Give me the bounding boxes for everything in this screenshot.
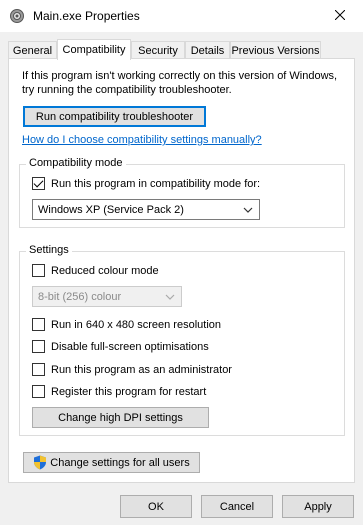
tab-compatibility[interactable]: Compatibility bbox=[57, 39, 131, 60]
os-version-select[interactable]: Windows XP (Service Pack 2) bbox=[32, 199, 260, 220]
ok-button[interactable]: OK bbox=[120, 495, 192, 518]
chevron-down-icon bbox=[243, 205, 253, 217]
res-640-label: Run in 640 x 480 screen resolution bbox=[51, 318, 221, 331]
change-all-users-button[interactable]: Change settings for all users bbox=[23, 452, 200, 473]
register-restart-row[interactable]: Register this program for restart bbox=[32, 385, 206, 398]
chevron-down-icon bbox=[165, 292, 175, 304]
change-dpi-button[interactable]: Change high DPI settings bbox=[32, 407, 209, 428]
disable-fullscreen-checkbox[interactable] bbox=[32, 340, 45, 353]
compat-mode-checkbox[interactable] bbox=[32, 177, 45, 190]
settings-group: Settings Reduced colour mode 8-bit (256)… bbox=[19, 244, 345, 436]
disable-fullscreen-label: Disable full-screen optimisations bbox=[51, 340, 209, 353]
help-link[interactable]: How do I choose compatibility settings m… bbox=[22, 134, 262, 146]
uac-shield-icon bbox=[33, 455, 47, 470]
cancel-button[interactable]: Cancel bbox=[201, 495, 273, 518]
gear-icon bbox=[9, 8, 25, 24]
run-admin-checkbox[interactable] bbox=[32, 363, 45, 376]
compat-mode-checkbox-label: Run this program in compatibility mode f… bbox=[51, 177, 261, 190]
compatibility-panel: If this program isn't working correctly … bbox=[8, 58, 355, 483]
reduced-colour-label: Reduced colour mode bbox=[51, 264, 159, 277]
reduced-colour-row[interactable]: Reduced colour mode bbox=[32, 264, 159, 277]
compatibility-mode-label: Compatibility mode bbox=[26, 157, 126, 169]
compat-mode-checkbox-row[interactable]: Run this program in compatibility mode f… bbox=[32, 177, 260, 190]
run-admin-label: Run this program as an administrator bbox=[51, 363, 232, 376]
res-640-row[interactable]: Run in 640 x 480 screen resolution bbox=[32, 318, 221, 331]
window-title: Main.exe Properties bbox=[33, 9, 140, 23]
close-icon bbox=[334, 9, 346, 23]
tab-strip: General Compatibility Security Details P… bbox=[8, 39, 358, 60]
compatibility-mode-group: Compatibility mode Run this program in c… bbox=[19, 157, 345, 228]
register-restart-label: Register this program for restart bbox=[51, 385, 207, 398]
run-troubleshooter-button[interactable]: Run compatibility troubleshooter bbox=[23, 106, 206, 127]
disable-fullscreen-row[interactable]: Disable full-screen optimisations bbox=[32, 340, 209, 353]
intro-text: If this program isn't working correctly … bbox=[22, 70, 338, 96]
settings-label: Settings bbox=[26, 244, 72, 256]
colour-depth-select: 8-bit (256) colour bbox=[32, 286, 182, 307]
apply-button[interactable]: Apply bbox=[282, 495, 354, 518]
reduced-colour-checkbox[interactable] bbox=[32, 264, 45, 277]
run-admin-row[interactable]: Run this program as an administrator bbox=[32, 363, 232, 376]
close-button[interactable] bbox=[317, 0, 363, 32]
title-bar[interactable]: Main.exe Properties bbox=[0, 0, 363, 32]
res-640-checkbox[interactable] bbox=[32, 318, 45, 331]
register-restart-checkbox[interactable] bbox=[32, 385, 45, 398]
